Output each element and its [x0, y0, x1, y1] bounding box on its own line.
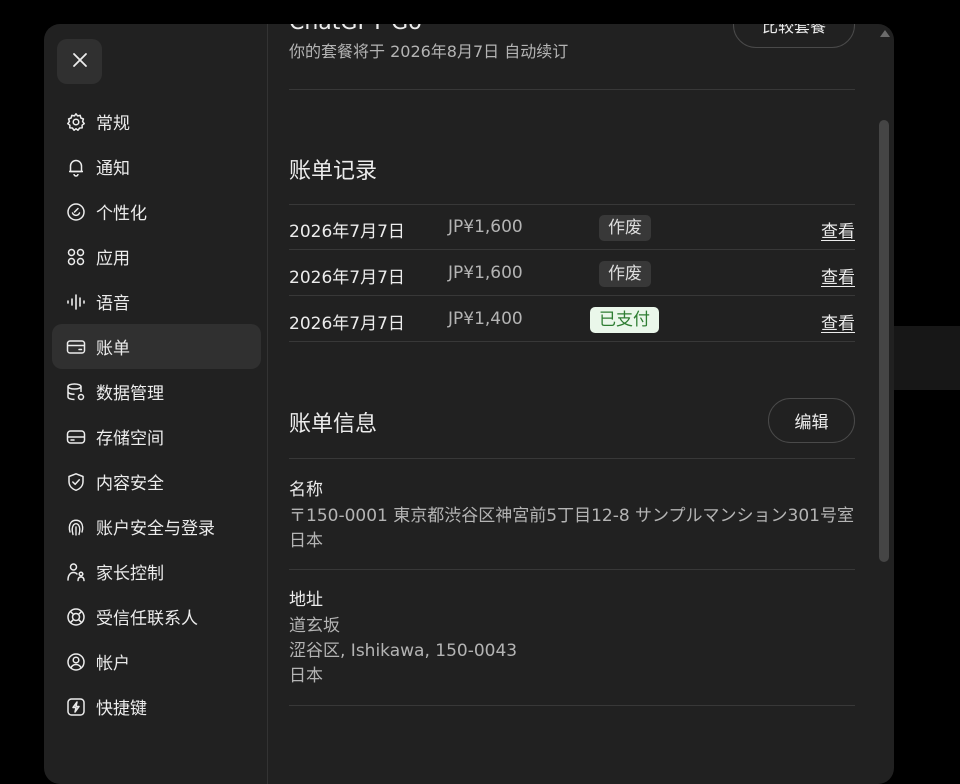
- sidebar-item-label: 账单: [96, 339, 130, 359]
- address-line: 日本: [289, 666, 323, 686]
- bill-date: 2026年7月7日: [289, 314, 405, 334]
- close-button[interactable]: [57, 39, 102, 84]
- table-row: 2026年7月7日 JP¥1,400 已支付 查看: [289, 297, 855, 342]
- divider: [289, 89, 855, 90]
- waveform-icon: [66, 292, 86, 312]
- plan-name: ChatGPT Go: [289, 24, 422, 35]
- sidebar-item-trusted-contacts[interactable]: 受信任联系人: [52, 594, 261, 639]
- backdrop-panel: [893, 326, 960, 390]
- divider: [289, 458, 855, 459]
- bill-amount: JP¥1,400: [448, 309, 523, 329]
- shield-check-icon: [66, 472, 86, 492]
- billing-history-title: 账单记录: [289, 159, 378, 184]
- name-value: 〒150-0001 東京都渋谷区神宮前5丁目12-8 サンプルマンション301号…: [289, 506, 854, 551]
- scrollbar[interactable]: [878, 24, 890, 784]
- lightning-key-icon: [66, 697, 86, 717]
- scrollbar-thumb[interactable]: [879, 120, 889, 562]
- address-line: 涩谷区, Ishikawa, 150-0043: [289, 641, 518, 661]
- lifebuoy-icon: [66, 607, 86, 627]
- sidebar-item-label: 应用: [96, 249, 130, 269]
- sidebar-item-label: 账户安全与登录: [96, 519, 215, 539]
- billing-panel: ChatGPT Go 你的套餐将于 2026年8月7日 自动续订 比较套餐 账单…: [289, 24, 855, 784]
- card-icon: [66, 337, 86, 357]
- storage-icon: [66, 427, 86, 447]
- sidebar-item-label: 帐户: [96, 654, 130, 674]
- bill-amount: JP¥1,600: [448, 263, 523, 283]
- sidebar-item-label: 家长控制: [96, 564, 164, 584]
- address-value: 道玄坂 涩谷区, Ishikawa, 150-0043 日本: [289, 614, 855, 689]
- sidebar-item-label: 内容安全: [96, 474, 164, 494]
- bill-date: 2026年7月7日: [289, 222, 405, 242]
- close-icon: [72, 52, 88, 72]
- edit-billing-info-button[interactable]: 编辑: [768, 398, 855, 443]
- view-invoice-link[interactable]: 查看: [821, 263, 855, 288]
- sidebar-item-personalization[interactable]: 个性化: [52, 189, 261, 234]
- sidebar-item-label: 存储空间: [96, 429, 164, 449]
- view-invoice-link[interactable]: 查看: [821, 309, 855, 334]
- sidebar-item-billing[interactable]: 账单: [52, 324, 261, 369]
- sidebar-item-parental-controls[interactable]: 家长控制: [52, 549, 261, 594]
- sidebar-item-content-safety[interactable]: 内容安全: [52, 459, 261, 504]
- scroll-up-arrow-icon[interactable]: [880, 30, 890, 37]
- plan-renewal-text: 你的套餐将于 2026年8月7日 自动续订: [289, 42, 569, 61]
- settings-dialog: 常规 通知 个性化 应用 语音 账单 数据管理 存储空间 内容安全 账户安全与登…: [44, 24, 894, 784]
- address-line: 道玄坂: [289, 616, 340, 636]
- smile-icon: [66, 202, 86, 222]
- sidebar-item-general[interactable]: 常规: [52, 99, 261, 144]
- parent-child-icon: [66, 562, 86, 582]
- status-badge: 作废: [599, 261, 651, 287]
- bill-amount: JP¥1,600: [448, 217, 523, 237]
- table-row: 2026年7月7日 JP¥1,600 作废 查看: [289, 205, 855, 250]
- sidebar-item-account[interactable]: 帐户: [52, 639, 261, 684]
- sidebar-item-notifications[interactable]: 通知: [52, 144, 261, 189]
- fingerprint-icon: [66, 517, 86, 537]
- sidebar-item-security-login[interactable]: 账户安全与登录: [52, 504, 261, 549]
- compare-plans-button[interactable]: 比较套餐: [733, 24, 855, 48]
- name-label: 名称: [289, 480, 323, 500]
- database-gear-icon: [66, 382, 86, 402]
- settings-sidebar: 常规 通知 个性化 应用 语音 账单 数据管理 存储空间 内容安全 账户安全与登…: [44, 24, 268, 784]
- settings-nav: 常规 通知 个性化 应用 语音 账单 数据管理 存储空间 内容安全 账户安全与登…: [52, 99, 261, 729]
- billing-info-title: 账单信息: [289, 412, 378, 437]
- user-circle-icon: [66, 652, 86, 672]
- apps-grid-icon: [66, 247, 86, 267]
- sidebar-item-label: 语音: [96, 294, 130, 314]
- bell-icon: [66, 157, 86, 177]
- status-badge: 作废: [599, 215, 651, 241]
- table-row: 2026年7月7日 JP¥1,600 作废 查看: [289, 251, 855, 296]
- gear-icon: [66, 112, 86, 132]
- status-badge: 已支付: [590, 307, 659, 333]
- sidebar-item-storage[interactable]: 存储空间: [52, 414, 261, 459]
- bill-date: 2026年7月7日: [289, 268, 405, 288]
- sidebar-item-label: 快捷键: [96, 699, 147, 719]
- sidebar-item-apps[interactable]: 应用: [52, 234, 261, 279]
- sidebar-item-label: 个性化: [96, 204, 147, 224]
- divider: [289, 569, 855, 570]
- sidebar-item-label: 常规: [96, 114, 130, 134]
- sidebar-item-shortcuts[interactable]: 快捷键: [52, 684, 261, 729]
- sidebar-item-label: 数据管理: [96, 384, 164, 404]
- address-label: 地址: [289, 590, 323, 610]
- sidebar-item-voice[interactable]: 语音: [52, 279, 261, 324]
- sidebar-item-data-controls[interactable]: 数据管理: [52, 369, 261, 414]
- view-invoice-link[interactable]: 查看: [821, 217, 855, 242]
- sidebar-item-label: 通知: [96, 159, 130, 179]
- sidebar-item-label: 受信任联系人: [96, 609, 198, 629]
- divider: [289, 705, 855, 706]
